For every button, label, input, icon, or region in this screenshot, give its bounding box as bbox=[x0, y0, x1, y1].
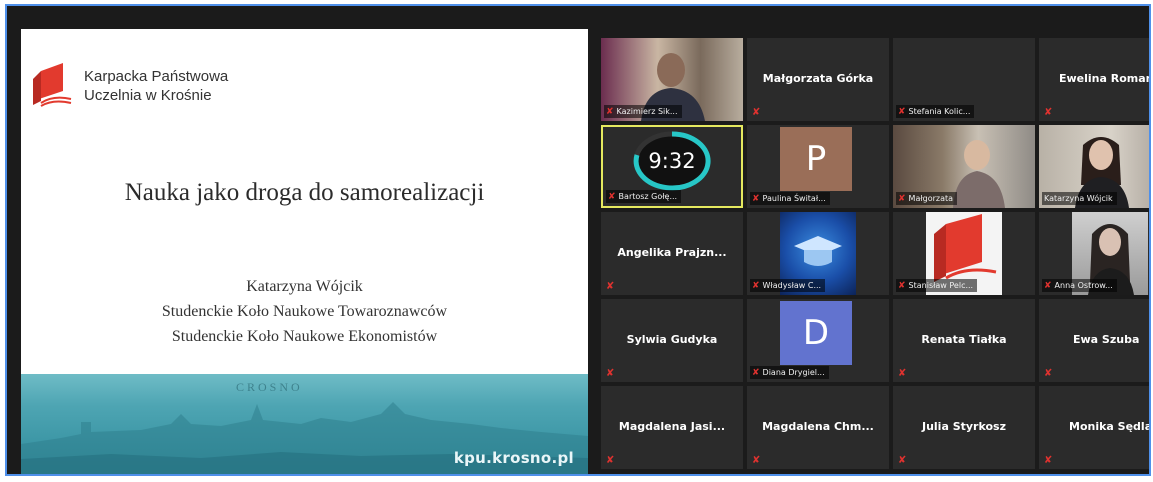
muted-mic-icon: ✘ bbox=[606, 368, 615, 379]
muted-mic-icon: ✘ bbox=[898, 368, 907, 379]
muted-mic-icon: ✘ bbox=[898, 455, 907, 466]
participant-name-tag: ✘ Stefania Kolic... bbox=[896, 105, 975, 118]
participant-name-tag: ✘ Bartosz Gołę... bbox=[606, 190, 682, 203]
timer-value: 9:32 bbox=[648, 149, 696, 173]
muted-mic-icon: ✘ bbox=[752, 194, 760, 204]
participant-name: Małgorzata Górka bbox=[762, 72, 874, 85]
participant-name-tag: ✘ Władysław C... bbox=[750, 279, 826, 292]
muted-mic-icon: ✘ bbox=[752, 107, 761, 118]
muted-mic-icon: ✘ bbox=[606, 455, 615, 466]
participant-tile[interactable]: Ewelina Roman ✘ bbox=[1039, 38, 1151, 121]
muted-mic-icon: ✘ bbox=[1044, 281, 1052, 291]
muted-mic-icon: ✘ bbox=[606, 281, 615, 292]
muted-mic-icon: ✘ bbox=[898, 194, 906, 204]
participant-tile[interactable]: Renata Tiałka ✘ bbox=[893, 299, 1035, 382]
muted-mic-icon: ✘ bbox=[608, 192, 616, 202]
participant-name-tag: Katarzyna Wójcik bbox=[1042, 192, 1117, 205]
participant-name-tag: ✘ Małgorzata bbox=[896, 192, 958, 205]
author-name: Katarzyna Wójcik bbox=[246, 278, 363, 295]
participant-name: Stefania Kolic... bbox=[908, 107, 971, 116]
participant-tile[interactable]: ✘ Małgorzata bbox=[893, 125, 1035, 208]
muted-mic-icon: ✘ bbox=[898, 107, 906, 117]
participant-tile[interactable]: Małgorzata Górka ✘ bbox=[747, 38, 889, 121]
muted-mic-icon: ✘ bbox=[1044, 455, 1053, 466]
participant-name-tag: ✘ Diana Drygiel... bbox=[750, 366, 829, 379]
participant-name: Kazimierz Sik... bbox=[616, 107, 678, 116]
participant-name-tag: ✘ Stanisław Pelc... bbox=[896, 279, 978, 292]
participant-tile[interactable]: ✘ Anna Ostrow... bbox=[1039, 212, 1149, 295]
participant-tile[interactable]: Katarzyna Wójcik bbox=[1039, 125, 1149, 208]
shared-slide: Karpacka Państwowa Uczelnia w Krośnie Na… bbox=[21, 29, 588, 474]
participant-tile[interactable]: Julia Styrkosz ✘ bbox=[893, 386, 1035, 469]
logo-text-line-1: Karpacka Państwowa bbox=[84, 68, 229, 85]
participant-tile[interactable]: ✘ Stefania Kolic... bbox=[893, 38, 1035, 121]
participant-name: Ewa Szuba bbox=[1073, 333, 1140, 346]
participant-name: Ewelina Roman bbox=[1059, 72, 1151, 85]
muted-mic-icon: ✘ bbox=[752, 455, 761, 466]
participant-name: Stanisław Pelc... bbox=[908, 281, 974, 290]
participant-name-tag: ✘ Kazimierz Sik... bbox=[604, 105, 682, 118]
participant-tile[interactable]: P ✘ Paulina Świtał... bbox=[747, 125, 889, 208]
logo-text: Karpacka Państwowa Uczelnia w Krośnie bbox=[84, 67, 228, 105]
participant-name: Monika Sędla bbox=[1069, 420, 1151, 433]
avatar: D bbox=[780, 301, 852, 365]
muted-mic-icon: ✘ bbox=[1044, 107, 1053, 118]
club-line-2: Studenckie Koło Naukowe Ekonomistów bbox=[171, 328, 438, 345]
participant-name: Bartosz Gołę... bbox=[618, 192, 678, 201]
club-line-1: Studenckie Koło Naukowe Towaroznawców bbox=[161, 303, 448, 320]
participant-tile[interactable]: ✘ Stanisław Pelc... bbox=[893, 212, 1035, 295]
participant-name: Anna Ostrow... bbox=[1054, 281, 1113, 290]
logo-text-line-2: Uczelnia w Krośnie bbox=[84, 87, 212, 104]
muted-mic-icon: ✘ bbox=[1044, 368, 1053, 379]
participant-tile-active-speaker[interactable]: 9:32 ✘ Bartosz Gołę... bbox=[601, 125, 743, 208]
muted-mic-icon: ✘ bbox=[606, 107, 614, 117]
participant-name: Władysław C... bbox=[762, 281, 822, 290]
participant-name: Małgorzata bbox=[908, 194, 954, 203]
participant-tile[interactable]: Ewa Szuba ✘ bbox=[1039, 299, 1149, 382]
muted-mic-icon: ✘ bbox=[752, 281, 760, 291]
participant-name: Magdalena Jasi... bbox=[618, 420, 726, 433]
participant-tile[interactable]: Sylwia Gudyka ✘ bbox=[601, 299, 743, 382]
slide-title: Nauka jako droga do samorealizacji bbox=[124, 179, 485, 206]
meeting-window: Karpacka Państwowa Uczelnia w Krośnie Na… bbox=[5, 4, 1151, 476]
participant-tile[interactable]: Magdalena Jasi... ✘ bbox=[601, 386, 743, 469]
muted-mic-icon: ✘ bbox=[898, 281, 906, 291]
slide-subtitle: Katarzyna Wójcik Studenckie Koło Naukowe… bbox=[21, 274, 588, 349]
participant-name: Katarzyna Wójcik bbox=[1044, 194, 1113, 203]
participant-tile[interactable]: Angelika Prajzn... ✘ bbox=[601, 212, 743, 295]
muted-mic-icon: ✘ bbox=[752, 368, 760, 378]
participant-name: Magdalena Chm... bbox=[762, 420, 874, 433]
banner-city-text: CROSNO bbox=[236, 380, 303, 394]
participant-tile[interactable]: ✘ Kazimierz Sik... bbox=[601, 38, 743, 121]
banner-website: kpu.krosno.pl bbox=[453, 449, 574, 467]
participant-tile[interactable]: ✘ Władysław C... bbox=[747, 212, 889, 295]
participant-tile[interactable]: Monika Sędla ✘ bbox=[1039, 386, 1151, 469]
participant-name: Renata Tiałka bbox=[921, 333, 1007, 346]
participant-name: Julia Styrkosz bbox=[921, 420, 1007, 433]
city-banner: CROSNO kpu.krosno.pl bbox=[21, 374, 588, 474]
participant-name: Angelika Prajzn... bbox=[617, 246, 727, 259]
avatar: P bbox=[780, 127, 852, 191]
participant-tile[interactable]: Magdalena Chm... ✘ bbox=[747, 386, 889, 469]
participant-name: Sylwia Gudyka bbox=[626, 333, 718, 346]
participant-tile[interactable]: D ✘ Diana Drygiel... bbox=[747, 299, 889, 382]
participant-name-tag: ✘ Paulina Świtał... bbox=[750, 192, 830, 205]
participant-gallery: ✘ Kazimierz Sik... Małgorzata Górka ✘ ✘ St… bbox=[601, 30, 1151, 474]
participant-name: Diana Drygiel... bbox=[762, 368, 825, 377]
participant-name-tag: ✘ Anna Ostrow... bbox=[1042, 279, 1117, 292]
kpu-logo-icon bbox=[33, 63, 72, 107]
participant-name: Paulina Świtał... bbox=[762, 194, 826, 203]
